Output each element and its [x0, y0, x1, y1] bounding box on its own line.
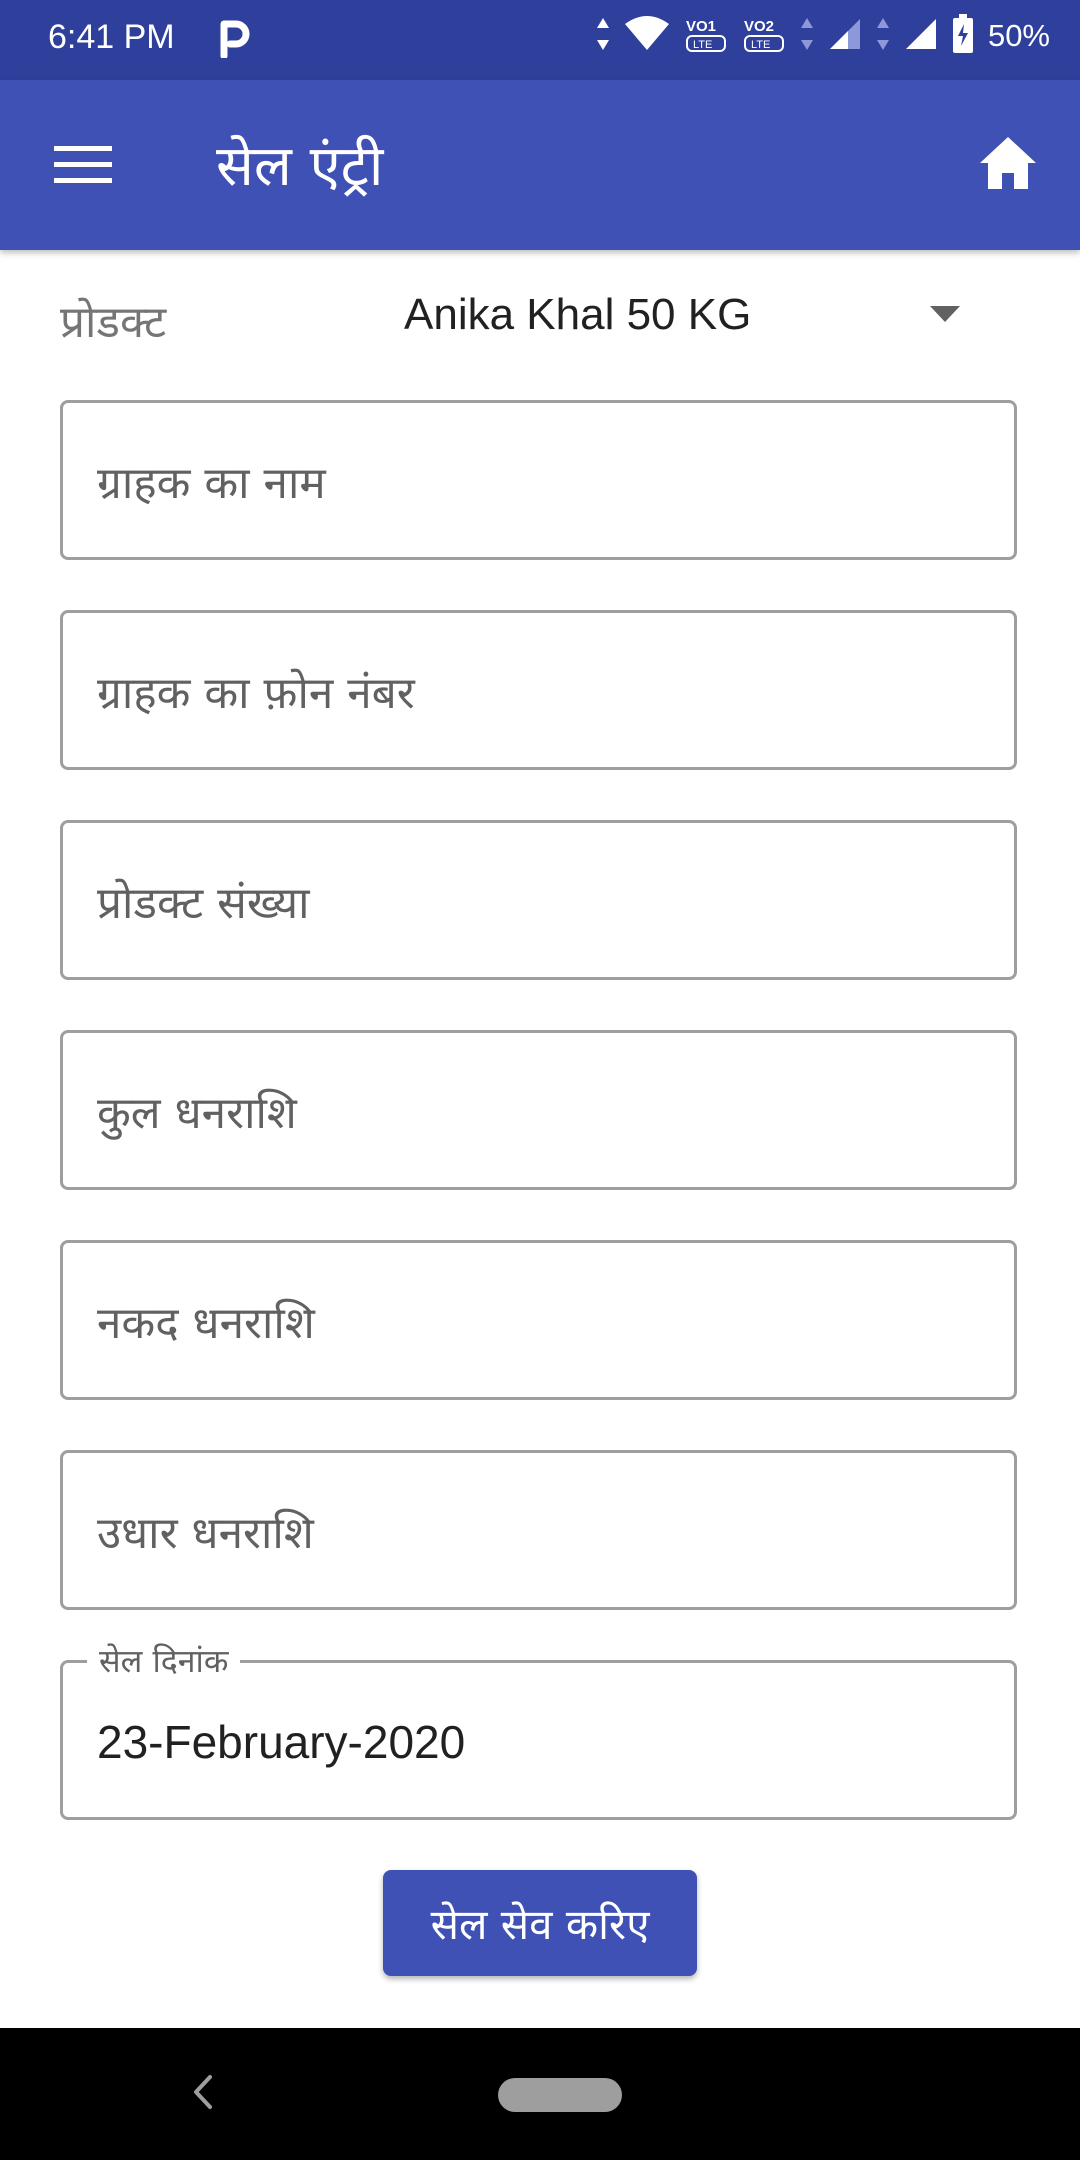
sim2-lte-label: LTE: [751, 39, 770, 51]
volte-sim2-icon: VO2 LTE: [742, 14, 786, 58]
product-quantity-placeholder: प्रोडक्ट संख्या: [97, 878, 310, 929]
back-chevron-icon: [190, 2075, 214, 2115]
home-icon: [978, 137, 1038, 195]
save-sale-button[interactable]: सेल सेव करिए: [383, 1870, 697, 1976]
system-nav-bar: [0, 2028, 1080, 2160]
sale-date-label: सेल दिनांक: [87, 1639, 241, 1682]
nav-home-pill[interactable]: [498, 2078, 622, 2112]
product-row: प्रोडक्ट Anika Khal 50 KG: [0, 250, 1080, 380]
data-arrows-icon: [800, 16, 814, 56]
signal-sim2-icon: [904, 17, 938, 55]
cash-amount-field[interactable]: नकद धनराशि: [60, 1240, 1017, 1400]
parking-app-icon: [218, 18, 252, 62]
wifi-icon: [624, 16, 670, 56]
home-button[interactable]: [978, 135, 1038, 195]
total-amount-field[interactable]: कुल धनराशि: [60, 1030, 1017, 1190]
total-amount-placeholder: कुल धनराशि: [97, 1088, 297, 1139]
nav-back-button[interactable]: [190, 2073, 214, 2115]
data-arrows-icon: [876, 16, 890, 56]
save-sale-label: सेल सेव करिए: [430, 1899, 650, 1949]
product-dropdown[interactable]: Anika Khal 50 KG: [390, 280, 990, 350]
customer-name-field[interactable]: ग्राहक का नाम: [60, 400, 1017, 560]
sim2-label: VO2: [744, 18, 774, 35]
product-label: प्रोडक्ट: [60, 297, 167, 348]
page-title: सेल एंट्री: [216, 134, 384, 199]
battery-icon: [952, 14, 974, 58]
credit-amount-placeholder: उधार धनराशि: [97, 1508, 314, 1559]
customer-name-placeholder: ग्राहक का नाम: [97, 458, 326, 509]
sale-date-value: 23-February-2020: [97, 1716, 466, 1768]
volte-sim1-icon: VO1 LTE: [684, 14, 728, 58]
app-bar: सेल एंट्री: [0, 80, 1080, 250]
sim1-label: VO1: [686, 18, 716, 35]
product-selected-value: Anika Khal 50 KG: [404, 290, 752, 339]
status-bar: 6:41 PM VO1 LTE VO2 LTE 50%: [0, 0, 1080, 80]
product-quantity-field[interactable]: प्रोडक्ट संख्या: [60, 820, 1017, 980]
hamburger-menu-icon: [54, 146, 112, 190]
credit-amount-field[interactable]: उधार धनराशि: [60, 1450, 1017, 1610]
status-time: 6:41 PM: [48, 18, 175, 56]
battery-percent: 50%: [987, 18, 1050, 53]
signal-sim1-icon: [828, 17, 862, 55]
cash-amount-placeholder: नकद धनराशि: [97, 1298, 315, 1349]
customer-phone-field[interactable]: ग्राहक का फ़ोन नंबर: [60, 610, 1017, 770]
sim1-lte-label: LTE: [693, 39, 712, 51]
sale-date-field[interactable]: सेल दिनांक 23-February-2020: [60, 1639, 1017, 1820]
menu-button[interactable]: [54, 144, 112, 190]
dropdown-arrow-icon: [930, 306, 960, 326]
customer-phone-placeholder: ग्राहक का फ़ोन नंबर: [97, 668, 415, 719]
data-arrows-icon: [596, 16, 610, 56]
